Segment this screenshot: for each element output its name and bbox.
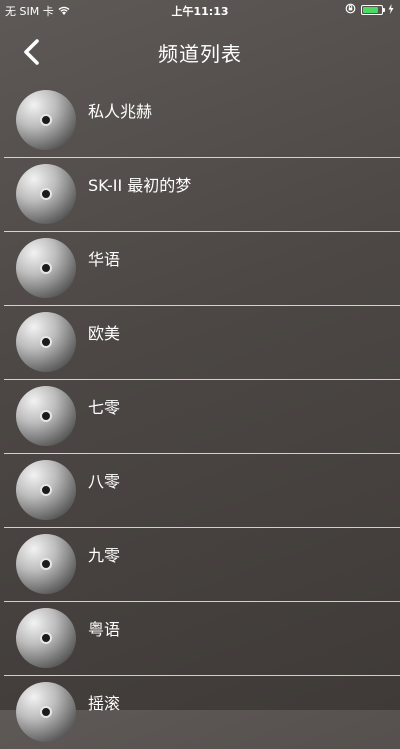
charging-icon [388,3,394,17]
orientation-lock-icon [345,3,356,17]
channel-item[interactable]: SK-II 最初的梦 [4,158,400,232]
channel-item[interactable]: 欧美 [4,306,400,380]
channel-label: 八零 [88,472,121,491]
album-avatar [16,386,76,446]
disc-icon [40,114,52,126]
channel-item[interactable]: 粤语 [4,602,400,676]
battery-level [363,7,378,13]
battery-icon [361,5,385,15]
channel-label: 欧美 [88,324,121,343]
channel-label: 私人兆赫 [88,102,153,121]
album-avatar [16,312,76,372]
disc-icon [40,262,52,274]
navigation-bar: 频道列表 [0,20,400,84]
status-right [345,3,394,17]
album-avatar [16,534,76,594]
channel-label: SK-II 最初的梦 [88,176,192,195]
channel-item[interactable]: 摇滚 [4,676,400,749]
disc-icon [40,410,52,422]
status-time: 上午11:13 [171,5,229,18]
page-title: 频道列表 [158,42,242,66]
album-avatar [16,608,76,668]
channel-label: 华语 [88,250,121,269]
channel-item[interactable]: 七零 [4,380,400,454]
channel-item[interactable]: 华语 [4,232,400,306]
disc-icon [40,632,52,644]
channel-label: 七零 [88,398,121,417]
album-avatar [16,460,76,520]
album-avatar [16,164,76,224]
disc-icon [40,484,52,496]
channel-item[interactable]: 私人兆赫 [4,84,400,158]
disc-icon [40,558,52,570]
disc-icon [40,188,52,200]
album-avatar [16,238,76,298]
status-bar: 无 SIM 卡 上午11:13 [0,0,400,20]
disc-icon [40,336,52,348]
album-avatar [16,682,76,742]
channel-label: 九零 [88,546,121,565]
album-avatar [16,90,76,150]
channel-label: 粤语 [88,620,121,639]
channel-list: 私人兆赫 SK-II 最初的梦 华语 欧美 七零 八零 九零 粤语 摇滚 [0,84,400,749]
channel-item[interactable]: 九零 [4,528,400,602]
disc-icon [40,706,52,718]
channel-item[interactable]: 八零 [4,454,400,528]
channel-label: 摇滚 [88,694,121,713]
